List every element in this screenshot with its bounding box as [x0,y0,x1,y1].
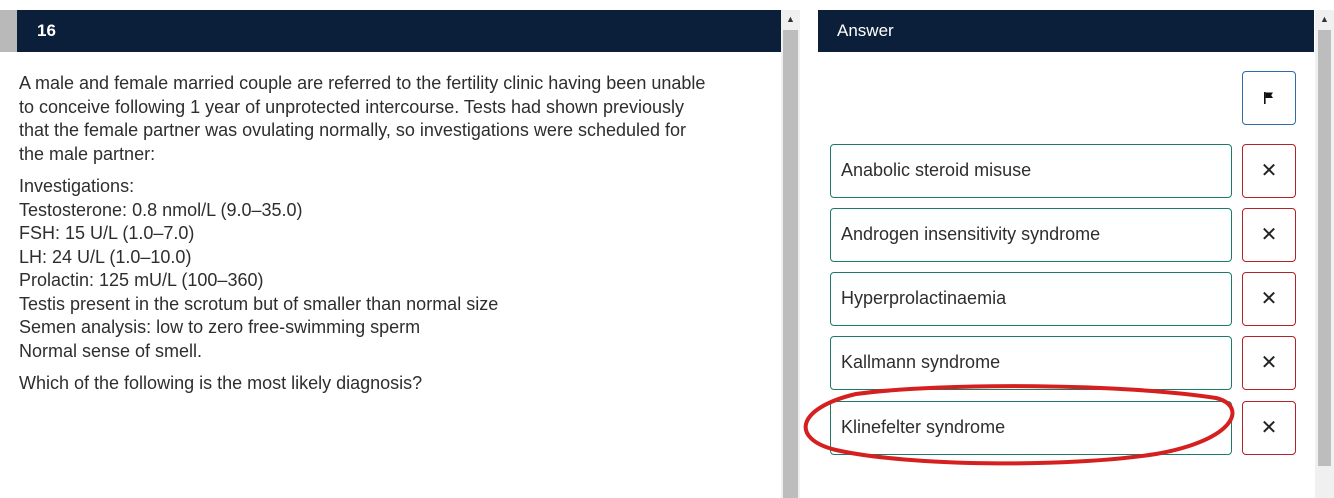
investigation-line: Testosterone: 0.8 nmol/L (9.0–35.0) [19,199,303,220]
answer-option-1[interactable]: Androgen insensitivity syndrome [830,208,1232,262]
question-body: A male and female married couple are ref… [19,72,769,405]
scroll-up-arrow-icon[interactable]: ▲ [781,10,800,29]
investigation-line: Semen analysis: low to zero free-swimmin… [19,317,421,337]
eliminate-option-4-button[interactable]: ✕ [1242,401,1296,455]
question-intro-line: the male partner: [19,143,156,164]
investigation-line: Testis present in the scrotum but of sma… [19,293,499,314]
question-prompt: Which of the following is the most likel… [19,373,423,393]
eliminate-option-1-button[interactable]: ✕ [1242,208,1296,262]
question-number-header: 16 [17,10,781,52]
flag-icon [1264,92,1273,104]
question-intro-line: A male and female married couple are ref… [19,73,706,93]
answer-scrollbar[interactable]: ▲ [1315,10,1334,498]
question-number: 16 [37,21,56,40]
scroll-up-arrow-icon[interactable]: ▲ [1315,10,1334,29]
eliminate-option-3-button[interactable]: ✕ [1242,336,1296,390]
scrollbar-thumb[interactable] [783,30,798,498]
investigation-line: Prolactin: 125 mU/L (100–360) [19,270,264,290]
answer-option-3[interactable]: Kallmann syndrome [830,336,1232,390]
answer-header: Answer [818,10,1314,52]
eliminate-option-2-button[interactable]: ✕ [1242,272,1296,326]
question-scrollbar[interactable]: ▲ [781,10,800,498]
question-intro-line: to conceive following 1 year of unprotec… [19,96,685,117]
question-intro-line: that the female partner was ovulating no… [19,120,687,140]
investigation-line: FSH: 15 U/L (1.0–7.0) [19,223,195,243]
question-intro: A male and female married couple are ref… [19,72,769,166]
answer-option-2[interactable]: Hyperprolactinaemia [830,272,1232,326]
scrollbar-thumb[interactable] [1318,30,1331,466]
answer-header-label: Answer [837,21,894,40]
question-header-accent [0,10,17,52]
flag-question-button[interactable] [1242,71,1296,125]
answer-option-0[interactable]: Anabolic steroid misuse [830,144,1232,198]
eliminate-option-0-button[interactable]: ✕ [1242,144,1296,198]
investigation-line: Investigations: [19,176,135,196]
investigation-line: LH: 24 U/L (1.0–10.0) [19,246,192,267]
investigations-block: Investigations: Testosterone: 0.8 nmol/L… [19,175,769,363]
answer-option-4[interactable]: Klinefelter syndrome [830,401,1232,455]
investigation-line: Normal sense of smell. [19,340,203,361]
